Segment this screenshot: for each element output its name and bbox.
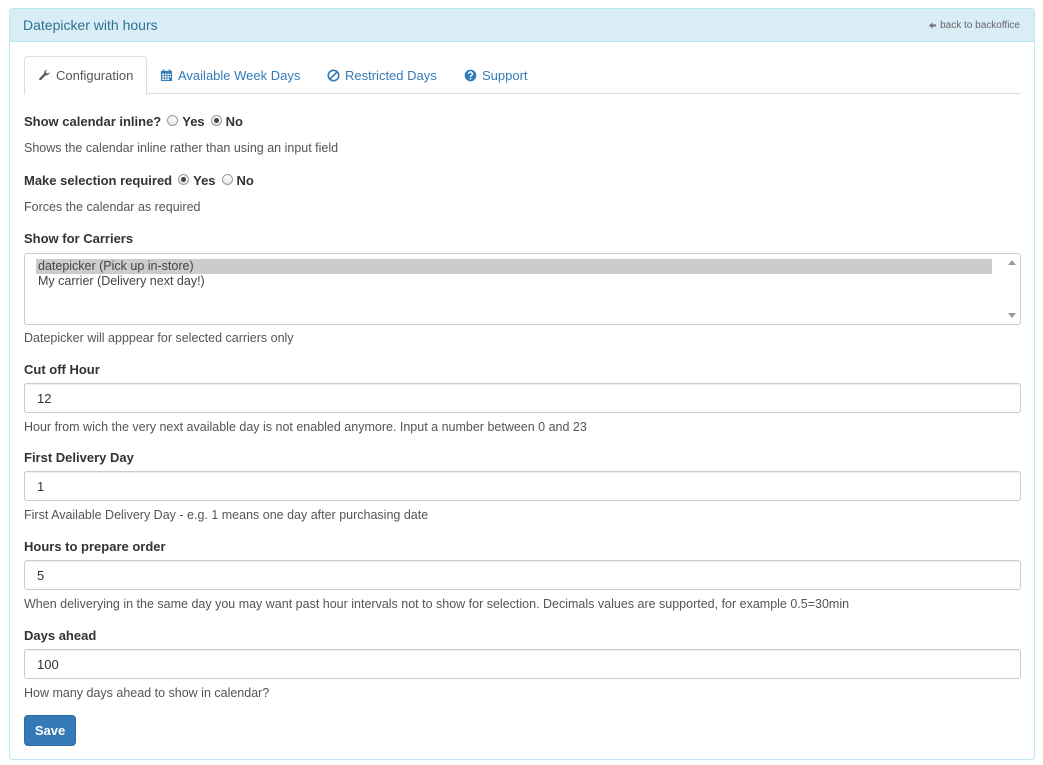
tab-bar: Configuration Available Week Days Restri… bbox=[24, 56, 1021, 95]
wrench-icon bbox=[39, 69, 50, 81]
carrier-option[interactable]: datepicker (Pick up in-store) bbox=[36, 259, 992, 274]
inline-field: Show calendar inline? Yes No bbox=[24, 114, 243, 129]
prepare-help: When deliverying in the same day you may… bbox=[24, 597, 850, 611]
required-yes-radio[interactable] bbox=[178, 174, 190, 185]
inline-yes-radio[interactable] bbox=[167, 115, 179, 126]
cutoff-hour-input[interactable] bbox=[24, 383, 1021, 413]
required-no-radio[interactable] bbox=[221, 174, 233, 185]
scroll-down-arrow-icon[interactable] bbox=[1008, 313, 1016, 318]
days-ahead-help: How many days ahead to show in calendar? bbox=[24, 686, 270, 700]
carrier-option[interactable]: My carrier (Delivery next day!) bbox=[36, 274, 992, 289]
tab-label: Support bbox=[482, 67, 528, 83]
tab-label: Restricted Days bbox=[345, 67, 437, 83]
first-day-help: First Available Delivery Day - e.g. 1 me… bbox=[24, 508, 429, 522]
required-yes-label[interactable]: Yes bbox=[193, 173, 215, 188]
required-field: Make selection required Yes No bbox=[24, 173, 254, 188]
tab-label: Configuration bbox=[56, 68, 134, 83]
inline-yes-label[interactable]: Yes bbox=[182, 114, 204, 129]
calendar-icon bbox=[160, 68, 173, 81]
tab-support[interactable]: Support bbox=[451, 56, 541, 94]
days-ahead-label: Days ahead bbox=[24, 628, 97, 643]
tab-restricted-days[interactable]: Restricted Days bbox=[314, 56, 450, 94]
carriers-scrollbar[interactable] bbox=[1003, 254, 1020, 324]
carriers-label: Show for Carriers bbox=[24, 231, 134, 246]
inline-no-label[interactable]: No bbox=[226, 114, 243, 129]
inline-no-radio[interactable] bbox=[210, 115, 222, 126]
required-no-label[interactable]: No bbox=[237, 173, 254, 188]
back-to-backoffice-link[interactable]: back to backoffice bbox=[928, 20, 1020, 31]
prepare-hours-input[interactable] bbox=[24, 560, 1021, 590]
inline-label: Show calendar inline? bbox=[24, 114, 162, 129]
first-day-label: First Delivery Day bbox=[24, 450, 134, 465]
prepare-label: Hours to prepare order bbox=[24, 539, 166, 554]
days-ahead-input[interactable] bbox=[24, 649, 1021, 679]
required-label: Make selection required bbox=[24, 173, 173, 188]
required-help: Forces the calendar as required bbox=[24, 200, 201, 214]
cutoff-help: Hour from wich the very next available d… bbox=[24, 420, 587, 434]
first-delivery-day-input[interactable] bbox=[24, 471, 1021, 501]
arrow-left-icon bbox=[929, 22, 937, 29]
back-link-label: back to backoffice bbox=[940, 20, 1020, 31]
cutoff-label: Cut off Hour bbox=[24, 362, 100, 377]
config-panel: Datepicker with hours back to backoffice… bbox=[9, 8, 1035, 760]
save-button[interactable]: Save bbox=[24, 715, 76, 746]
scroll-up-arrow-icon[interactable] bbox=[1008, 260, 1016, 265]
question-circle-icon bbox=[464, 69, 477, 81]
inline-help: Shows the calendar inline rather than us… bbox=[24, 141, 339, 155]
tab-configuration[interactable]: Configuration bbox=[24, 56, 148, 95]
carriers-multiselect[interactable]: datepicker (Pick up in-store) My carrier… bbox=[24, 253, 1021, 325]
tab-label: Available Week Days bbox=[178, 67, 301, 83]
panel-heading: Datepicker with hours back to backoffice bbox=[10, 9, 1034, 42]
carriers-help: Datepicker will apppear for selected car… bbox=[24, 331, 294, 345]
panel-title: Datepicker with hours bbox=[23, 17, 158, 33]
tab-available-week-days[interactable]: Available Week Days bbox=[147, 56, 313, 94]
ban-icon bbox=[327, 68, 340, 82]
